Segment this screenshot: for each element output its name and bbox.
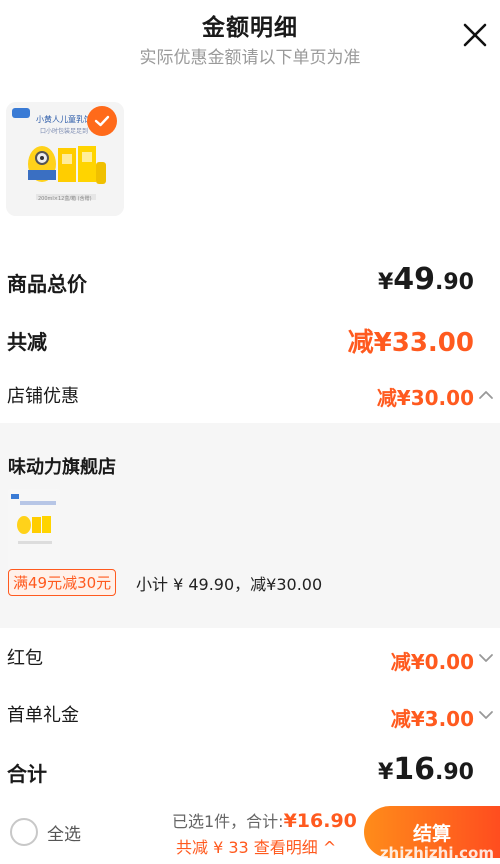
total-reduction-value: 减¥33.00 xyxy=(347,328,474,358)
grand-total-integer: 16 xyxy=(393,752,436,787)
product-footer-text: 200ml×12盒/箱 (含赠) xyxy=(38,195,92,202)
shop-discount-label: 店铺优惠 xyxy=(7,386,79,407)
chevron-down-icon[interactable] xyxy=(478,650,494,666)
first-order-gift-row[interactable]: 首单礼金 减¥3.00 xyxy=(0,697,500,733)
shop-product-thumbnail[interactable] xyxy=(8,489,60,579)
promo-tag: 满49元减30元 xyxy=(8,569,117,596)
product-sub-text: 口小时包装足足到 xyxy=(40,127,88,135)
shop-product-illustration xyxy=(8,489,60,579)
first-order-gift-value: 减¥3.00 xyxy=(390,707,474,731)
page-title: 金额明细 xyxy=(202,15,298,41)
grand-total-currency: ¥ xyxy=(377,760,394,785)
selected-check-badge[interactable] xyxy=(87,106,117,136)
red-packet-row[interactable]: 红包 减¥0.00 xyxy=(0,640,500,676)
shop-name[interactable]: 味动力旗舰店 xyxy=(8,453,116,479)
total-price-row: 商品总价 ¥49.90 xyxy=(0,262,500,302)
selected-amount: ¥16.90 xyxy=(283,810,357,832)
view-details-link[interactable]: 共减 ¥ 33 查看明细 ^ xyxy=(176,834,336,858)
chevron-up-icon[interactable] xyxy=(478,387,494,403)
grand-total-row: 合计 ¥16.90 xyxy=(0,752,500,792)
total-price-currency: ¥ xyxy=(377,270,394,295)
total-price-value: ¥49.90 xyxy=(378,262,474,297)
grand-total-decimal: .90 xyxy=(435,760,474,785)
selected-summary: 已选1件，合计:¥16.90 xyxy=(172,808,357,832)
grand-total-value: ¥16.90 xyxy=(378,752,474,787)
checkout-label: 结算 xyxy=(412,822,451,845)
red-packet-value: 减¥0.00 xyxy=(390,650,474,674)
total-price-integer: 49 xyxy=(393,262,436,297)
total-price-decimal: .90 xyxy=(435,270,474,295)
chevron-down-icon[interactable] xyxy=(478,707,494,723)
total-reduction-row: 共减 减¥33.00 xyxy=(0,320,500,360)
close-icon[interactable] xyxy=(462,22,488,48)
header: 金额明细 实际优惠金额请以下单页为准 xyxy=(0,0,500,80)
red-packet-label: 红包 xyxy=(7,648,43,669)
first-order-gift-label: 首单礼金 xyxy=(7,705,79,726)
total-reduction-label: 共减 xyxy=(7,330,47,354)
checkmark-icon xyxy=(94,115,110,127)
page-subtitle: 实际优惠金额请以下单页为准 xyxy=(139,48,361,68)
shop-subtotal: 小计 ¥ 49.90，减¥30.00 xyxy=(136,575,323,594)
select-all-radio[interactable] xyxy=(10,818,38,846)
shop-discount-row[interactable]: 店铺优惠 减¥30.00 xyxy=(0,378,500,414)
checkout-bar: 全选 已选1件，合计:¥16.90 共减 ¥ 33 查看明细 ^ 结算 zhiz… xyxy=(0,800,500,864)
grand-total-label: 合计 xyxy=(7,762,47,786)
shop-discount-value: 减¥30.00 xyxy=(376,386,474,410)
shop-detail-panel: 味动力旗舰店 满49元减30元 小计 ¥ 49.90，减¥30.00 xyxy=(0,423,500,628)
watermark: zhizhizhi.com xyxy=(379,844,494,862)
selected-prefix: 已选1件，合计: xyxy=(172,812,284,831)
select-all-label[interactable]: 全选 xyxy=(47,820,81,845)
total-price-label: 商品总价 xyxy=(7,272,87,296)
